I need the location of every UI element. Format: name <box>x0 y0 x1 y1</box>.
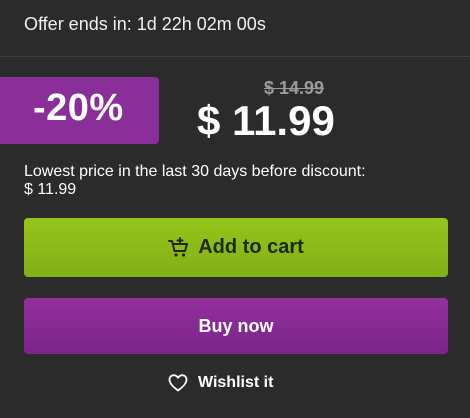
lowest-price-label: Lowest price in the last 30 days before … <box>24 163 366 180</box>
old-price: $ 14.99 <box>264 78 325 98</box>
cart-plus-icon <box>168 236 190 259</box>
offer-bar: Offer ends in: 1d 22h 02m 00s <box>0 0 470 57</box>
add-to-cart-button[interactable]: Add to cart <box>24 218 448 277</box>
offer-countdown: Offer ends in: 1d 22h 02m 00s <box>24 14 266 34</box>
discount-badge: -20% <box>0 77 159 144</box>
lowest-price-note: Lowest price in the last 30 days before … <box>24 163 444 199</box>
wishlist-button[interactable]: Wishlist it <box>168 372 273 394</box>
wishlist-label: Wishlist it <box>198 374 274 391</box>
buy-now-label: Buy now <box>198 315 274 336</box>
add-to-cart-label: Add to cart <box>198 236 304 258</box>
heart-icon <box>168 373 188 393</box>
discount-percent: -20% <box>33 87 124 129</box>
buy-now-button[interactable]: Buy now <box>24 298 448 354</box>
lowest-price-value: $ 11.99 <box>24 181 77 198</box>
current-price: $ 11.99 <box>197 97 335 144</box>
